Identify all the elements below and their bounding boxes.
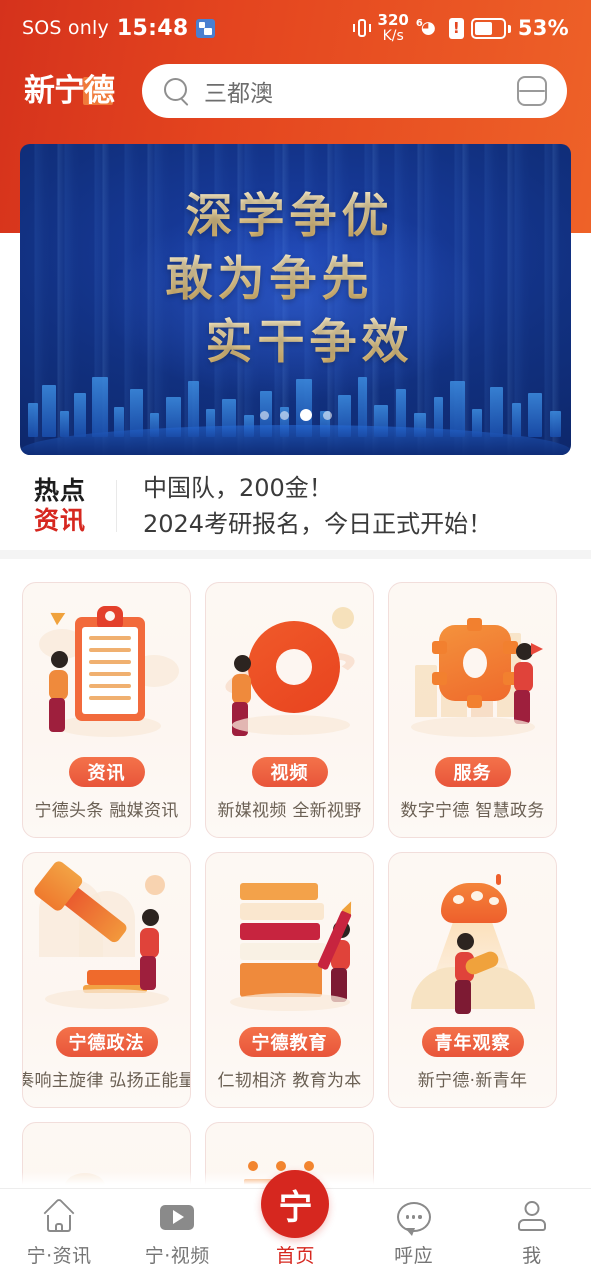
guitar-spotlight-illustration xyxy=(397,869,549,1021)
nav-item-video[interactable]: 宁·视频 xyxy=(122,1200,232,1268)
nav-label-profile: 我 xyxy=(522,1245,542,1267)
carousel-dots[interactable] xyxy=(20,409,571,421)
channel-card-youth[interactable]: 青年观察 新宁德·新青年 xyxy=(388,852,557,1108)
app-logo[interactable]: 新宁德 xyxy=(24,72,136,109)
banner-slogan-line-2: 敢为争先 xyxy=(20,249,545,312)
hot-news-item[interactable]: 中国队，200金！ xyxy=(143,474,569,502)
status-bar-right: 320 K/s 6 ◕ 53% xyxy=(352,11,569,44)
card-badge: 资讯 xyxy=(68,757,145,787)
banner-slogan: 深学争优 敢为争先 实干争效 xyxy=(20,186,571,375)
banner-slogan-line-1: 深学争优 xyxy=(20,186,565,249)
clock-label: 15:48 xyxy=(116,15,189,41)
user-icon xyxy=(516,1200,548,1234)
network-speed-value: 320 xyxy=(377,11,409,30)
hot-news-label-top: 热点 xyxy=(33,475,86,505)
channel-card-video[interactable]: 视频 新媒视频 全新视野 xyxy=(205,582,374,838)
nav-item-response[interactable]: 呼应 xyxy=(359,1200,469,1268)
status-bar-left: SOS only 15:48 xyxy=(22,15,216,41)
status-bar: SOS only 15:48 320 K/s 6 ◕ ! 53% xyxy=(0,0,591,56)
banner-slogan-line-3: 实干争效 xyxy=(34,312,571,375)
carousel-dot[interactable] xyxy=(322,410,332,420)
nav-label-video: 宁·视频 xyxy=(144,1245,210,1267)
carousel-dot[interactable] xyxy=(279,410,289,420)
ning-logo-icon[interactable]: 宁 xyxy=(261,1170,330,1238)
nav-item-profile[interactable]: 我 xyxy=(477,1200,587,1268)
books-pencil-illustration xyxy=(214,869,366,1021)
gear-city-illustration xyxy=(397,599,549,751)
home-icon xyxy=(42,1197,76,1234)
channel-card-news[interactable]: 资讯 宁德头条 融媒资讯 xyxy=(22,582,191,838)
search-icon xyxy=(164,78,190,104)
card-subtitle: 新媒视频 全新视野 xyxy=(217,801,362,821)
card-subtitle: 宁德头条 融媒资讯 xyxy=(34,801,179,821)
card-subtitle: 仁韧相济 教育为本 xyxy=(217,1071,362,1091)
network-speed-indicator: 320 K/s xyxy=(377,11,409,44)
hot-news-divider xyxy=(116,480,117,532)
card-subtitle: 奏响主旋律 弘扬正能量 xyxy=(22,1071,191,1091)
channel-card-grid: 资讯 宁德头条 融媒资讯 视频 新媒视频 全新视野 服务 数字宁德 智慧政务 宁… xyxy=(0,568,591,1212)
chat-icon xyxy=(396,1200,431,1236)
hot-news-label-bottom: 资讯 xyxy=(33,506,86,535)
card-badge: 服务 xyxy=(434,757,511,787)
card-badge: 青年观察 xyxy=(421,1027,524,1057)
nav-item-home[interactable]: 宁 首页 xyxy=(240,1170,350,1268)
network-speed-unit: K/s xyxy=(382,27,404,44)
gavel-illustration xyxy=(31,858,183,1021)
battery-icon xyxy=(470,17,511,39)
search-bar[interactable]: 三都澳 xyxy=(142,64,567,118)
hot-news-list: 中国队，200金！ 2024考研报名，今日正式开始！ xyxy=(143,474,569,538)
header-search-row: 新宁德 三都澳 xyxy=(0,62,591,120)
card-badge: 宁德教育 xyxy=(238,1027,341,1057)
card-badge: 宁德政法 xyxy=(55,1027,158,1057)
app-screen: SOS only 15:48 320 K/s 6 ◕ ! 53% 新宁德 三都澳… xyxy=(0,0,591,1280)
channel-card-education[interactable]: 宁德教育 仁韧相济 教育为本 xyxy=(205,852,374,1108)
card-subtitle: 数字宁德 智慧政务 xyxy=(400,801,545,821)
app-logo-highlight: 德 xyxy=(83,72,115,109)
banner-carousel[interactable]: 深学争优 敢为争先 实干争效 xyxy=(20,144,571,455)
wifi-icon: 6 ◕ xyxy=(415,17,436,38)
nav-item-news[interactable]: 宁·资讯 xyxy=(4,1197,114,1268)
app-badge-icon xyxy=(196,18,216,38)
video-play-illustration xyxy=(214,599,366,751)
section-separator xyxy=(0,550,591,559)
card-badge: 视频 xyxy=(251,757,328,787)
nav-label-response: 呼应 xyxy=(394,1245,434,1267)
warning-icon xyxy=(448,17,464,39)
scan-icon[interactable] xyxy=(517,76,547,106)
play-icon xyxy=(160,1200,195,1234)
nav-label-news: 宁·资讯 xyxy=(26,1245,92,1267)
carrier-label: SOS only xyxy=(22,17,109,39)
nav-label-home: 首页 xyxy=(275,1245,315,1267)
channel-card-service[interactable]: 服务 数字宁德 智慧政务 xyxy=(388,582,557,838)
carousel-dot[interactable] xyxy=(259,410,269,420)
clipboard-illustration xyxy=(31,599,183,751)
hot-news-label: 热点 资讯 xyxy=(22,476,98,537)
carousel-dot-active[interactable] xyxy=(299,409,312,421)
bottom-navigation-bar: 宁·资讯 宁·视频 宁 首页 呼应 我 xyxy=(0,1170,591,1280)
hot-news-section[interactable]: 热点 资讯 中国队，200金！ 2024考研报名，今日正式开始！ xyxy=(0,462,591,550)
battery-percent-label: 53% xyxy=(517,16,569,40)
vibrate-icon xyxy=(352,17,371,39)
search-input[interactable]: 三都澳 xyxy=(204,74,503,108)
hot-news-item[interactable]: 2024考研报名，今日正式开始！ xyxy=(143,510,569,538)
app-logo-prefix: 新宁 xyxy=(24,72,85,109)
card-subtitle: 新宁德·新青年 xyxy=(417,1071,528,1091)
channel-card-politics-law[interactable]: 宁德政法 奏响主旋律 弘扬正能量 xyxy=(22,852,191,1108)
